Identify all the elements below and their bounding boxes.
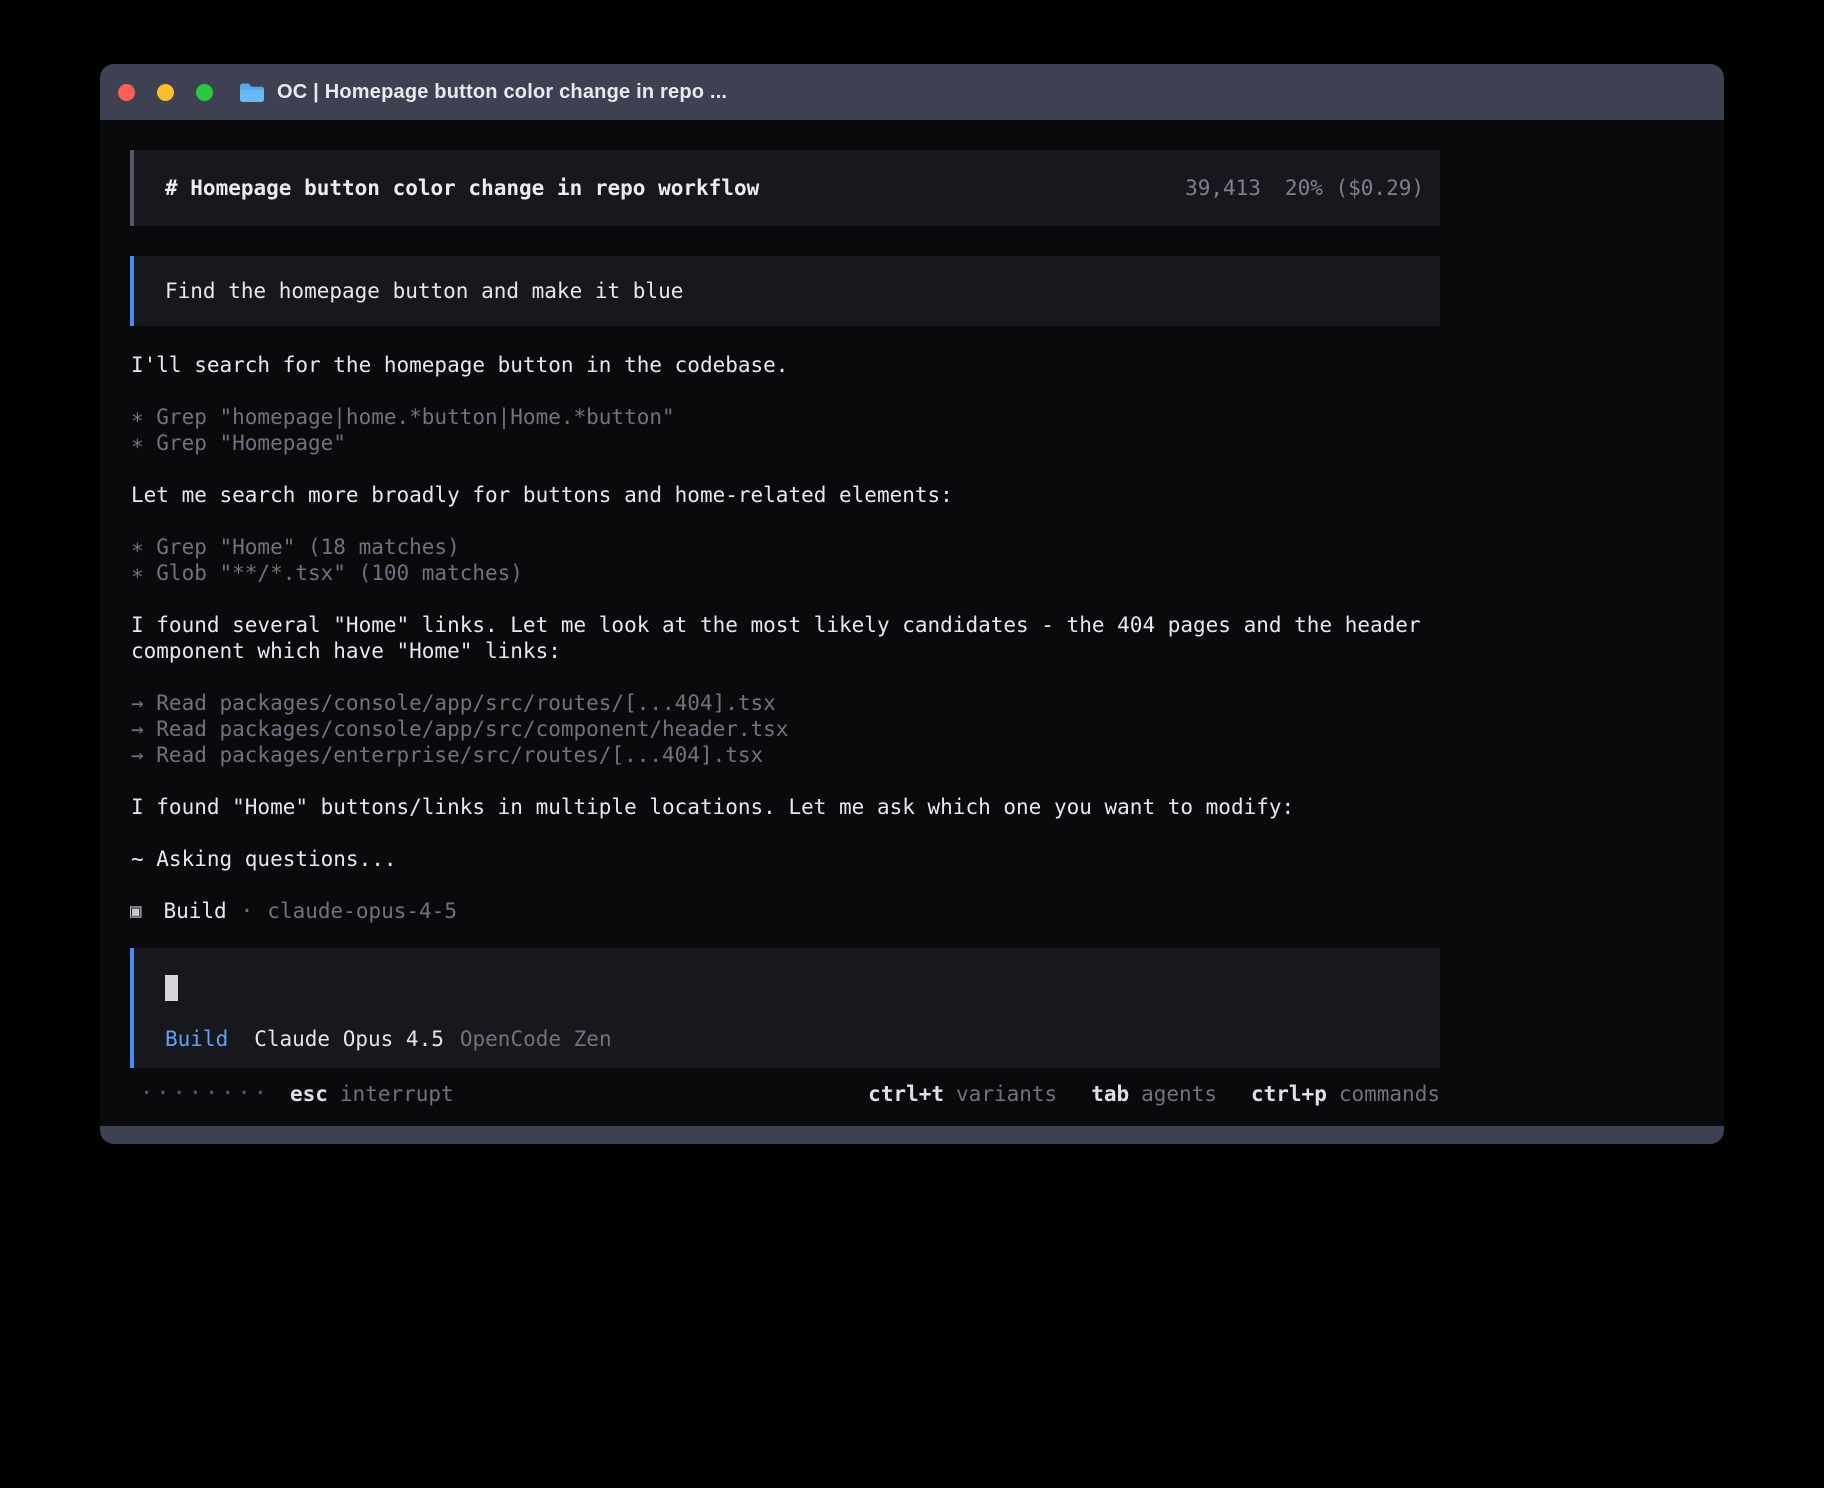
session-header: # Homepage button color change in repo w…: [130, 150, 1440, 226]
blank-line: [130, 456, 1440, 482]
variants-label: variants: [956, 1081, 1057, 1107]
close-button[interactable]: [118, 84, 135, 101]
assistant-text-line: Let me search more broadly for buttons a…: [130, 482, 1440, 508]
terminal-window: OC | Homepage button color change in rep…: [100, 64, 1724, 1144]
window-title: OC | Homepage button color change in rep…: [277, 81, 727, 104]
ctrl-p-key: ctrl+p: [1251, 1081, 1327, 1107]
hint-agents: tab agents: [1091, 1081, 1217, 1107]
traffic-lights: [118, 84, 213, 101]
session-title: # Homepage button color change in repo w…: [165, 175, 759, 201]
token-count: 39,413: [1185, 175, 1261, 201]
assistant-text-line: I found "Home" buttons/links in multiple…: [130, 794, 1440, 820]
tool-call-line: ∗ Grep "Home" (18 matches): [130, 534, 1440, 560]
assistant-text-line: I found several "Home" links. Let me loo…: [130, 612, 1440, 664]
tool-call-line: ∗ Grep "Homepage": [130, 430, 1440, 456]
esc-label: interrupt: [340, 1081, 454, 1107]
input-model-label[interactable]: Claude Opus 4.5: [254, 1026, 444, 1052]
ctrl-t-key: ctrl+t: [868, 1081, 944, 1107]
blank-line: [130, 872, 1440, 898]
agent-name: Build: [163, 898, 226, 924]
hint-interrupt: esc interrupt: [290, 1081, 454, 1107]
commands-label: commands: [1339, 1081, 1440, 1107]
blank-line: [130, 586, 1440, 612]
blank-line: [130, 820, 1440, 846]
user-message: Find the homepage button and make it blu…: [130, 256, 1440, 326]
terminal-content: # Homepage button color change in repo w…: [100, 120, 1724, 1126]
zoom-button[interactable]: [196, 84, 213, 101]
agent-row: ▣ Build · claude-opus-4-5: [130, 898, 1440, 924]
conversation: I'll search for the homepage button in t…: [130, 352, 1440, 924]
tab-key: tab: [1091, 1081, 1129, 1107]
hint-commands: ctrl+p commands: [1251, 1081, 1440, 1107]
context-usage: 20% ($0.29): [1285, 175, 1424, 201]
input-provider-label: OpenCode Zen: [460, 1026, 612, 1052]
assistant-text-line: I'll search for the homepage button in t…: [130, 352, 1440, 378]
tool-call-line: → Read packages/enterprise/src/routes/[.…: [130, 742, 1440, 768]
assistant-status-line: ~ Asking questions...: [130, 846, 1440, 872]
separator-dot: ·: [241, 898, 254, 924]
status-bar: ········ esc interrupt ctrl+t variants t…: [130, 1080, 1440, 1108]
esc-key: esc: [290, 1081, 328, 1107]
text-cursor: [165, 975, 178, 1001]
spinner-dots: ········: [140, 1081, 270, 1107]
agent-model: claude-opus-4-5: [267, 898, 457, 924]
tool-call-line: → Read packages/console/app/src/componen…: [130, 716, 1440, 742]
session-stats: 39,413 20% ($0.29): [1185, 175, 1424, 201]
input-agent-label[interactable]: Build: [165, 1026, 228, 1052]
agents-label: agents: [1141, 1081, 1217, 1107]
status-hints: ctrl+t variants tab agents ctrl+p comman…: [868, 1081, 1440, 1107]
blank-line: [130, 378, 1440, 404]
tool-call-line: → Read packages/console/app/src/routes/[…: [130, 690, 1440, 716]
input-meta: Build Claude Opus 4.5 OpenCode Zen: [165, 1026, 1410, 1052]
prompt-input[interactable]: Build Claude Opus 4.5 OpenCode Zen: [130, 948, 1440, 1068]
folder-icon: [239, 82, 265, 102]
minimize-button[interactable]: [157, 84, 174, 101]
agent-square-icon: ▣: [130, 898, 141, 924]
blank-line: [130, 664, 1440, 690]
blank-line: [130, 508, 1440, 534]
tool-call-line: ∗ Grep "homepage|home.*button|Home.*butt…: [130, 404, 1440, 430]
blank-line: [130, 768, 1440, 794]
user-message-text: Find the homepage button and make it blu…: [165, 278, 683, 304]
tool-call-line: ∗ Glob "**/*.tsx" (100 matches): [130, 560, 1440, 586]
titlebar[interactable]: OC | Homepage button color change in rep…: [100, 64, 1724, 120]
hint-variants: ctrl+t variants: [868, 1081, 1057, 1107]
